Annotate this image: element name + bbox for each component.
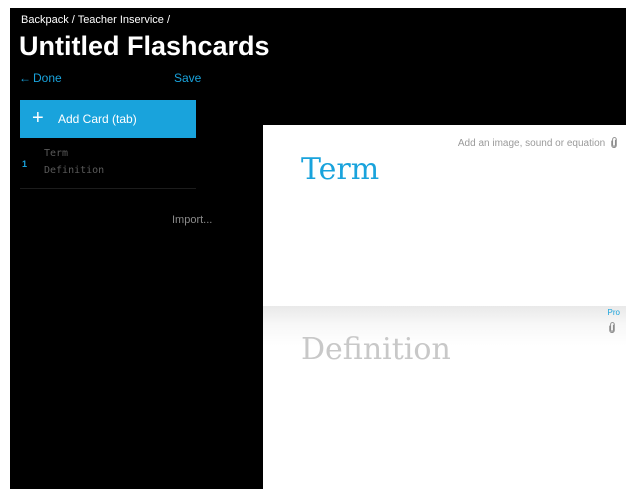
- card-number: 1: [22, 159, 28, 169]
- add-card-label: Add Card (tab): [58, 112, 137, 126]
- page-title: Untitled Flashcards: [19, 31, 270, 61]
- add-media-button[interactable]: Add an image, sound or equation: [458, 137, 618, 150]
- card-term-preview: Term: [44, 148, 69, 159]
- save-button[interactable]: Save: [174, 71, 201, 85]
- breadcrumb: Backpack / Teacher Inservice /: [21, 14, 170, 27]
- plus-icon: +: [32, 107, 44, 129]
- breadcrumb-backpack[interactable]: Backpack: [21, 14, 69, 26]
- paperclip-icon: [609, 322, 615, 333]
- term-input[interactable]: Term: [301, 153, 601, 187]
- breadcrumb-separator: /: [71, 14, 75, 26]
- card-editor-panel: Add an image, sound or equation Term Pro…: [263, 125, 626, 489]
- card-list-item[interactable]: 1 Term Definition: [20, 148, 196, 189]
- import-button[interactable]: Import...: [172, 214, 212, 227]
- pro-badge: Pro: [607, 308, 620, 317]
- definition-input[interactable]: Definition: [301, 333, 601, 367]
- definition-attach-button[interactable]: [606, 318, 616, 336]
- breadcrumb-separator: /: [166, 14, 171, 26]
- add-card-button[interactable]: + Add Card (tab): [20, 100, 196, 138]
- card-definition-preview: Definition: [44, 165, 105, 176]
- flashcard-editor: Backpack / Teacher Inservice / Untitled …: [10, 8, 626, 489]
- done-button[interactable]: ← Done: [19, 71, 62, 85]
- back-arrow-icon: ←: [19, 71, 31, 85]
- done-label: Done: [33, 71, 62, 85]
- paperclip-icon: [611, 137, 617, 148]
- add-media-label: Add an image, sound or equation: [457, 138, 606, 149]
- breadcrumb-teacher-inservice[interactable]: Teacher Inservice: [78, 14, 164, 26]
